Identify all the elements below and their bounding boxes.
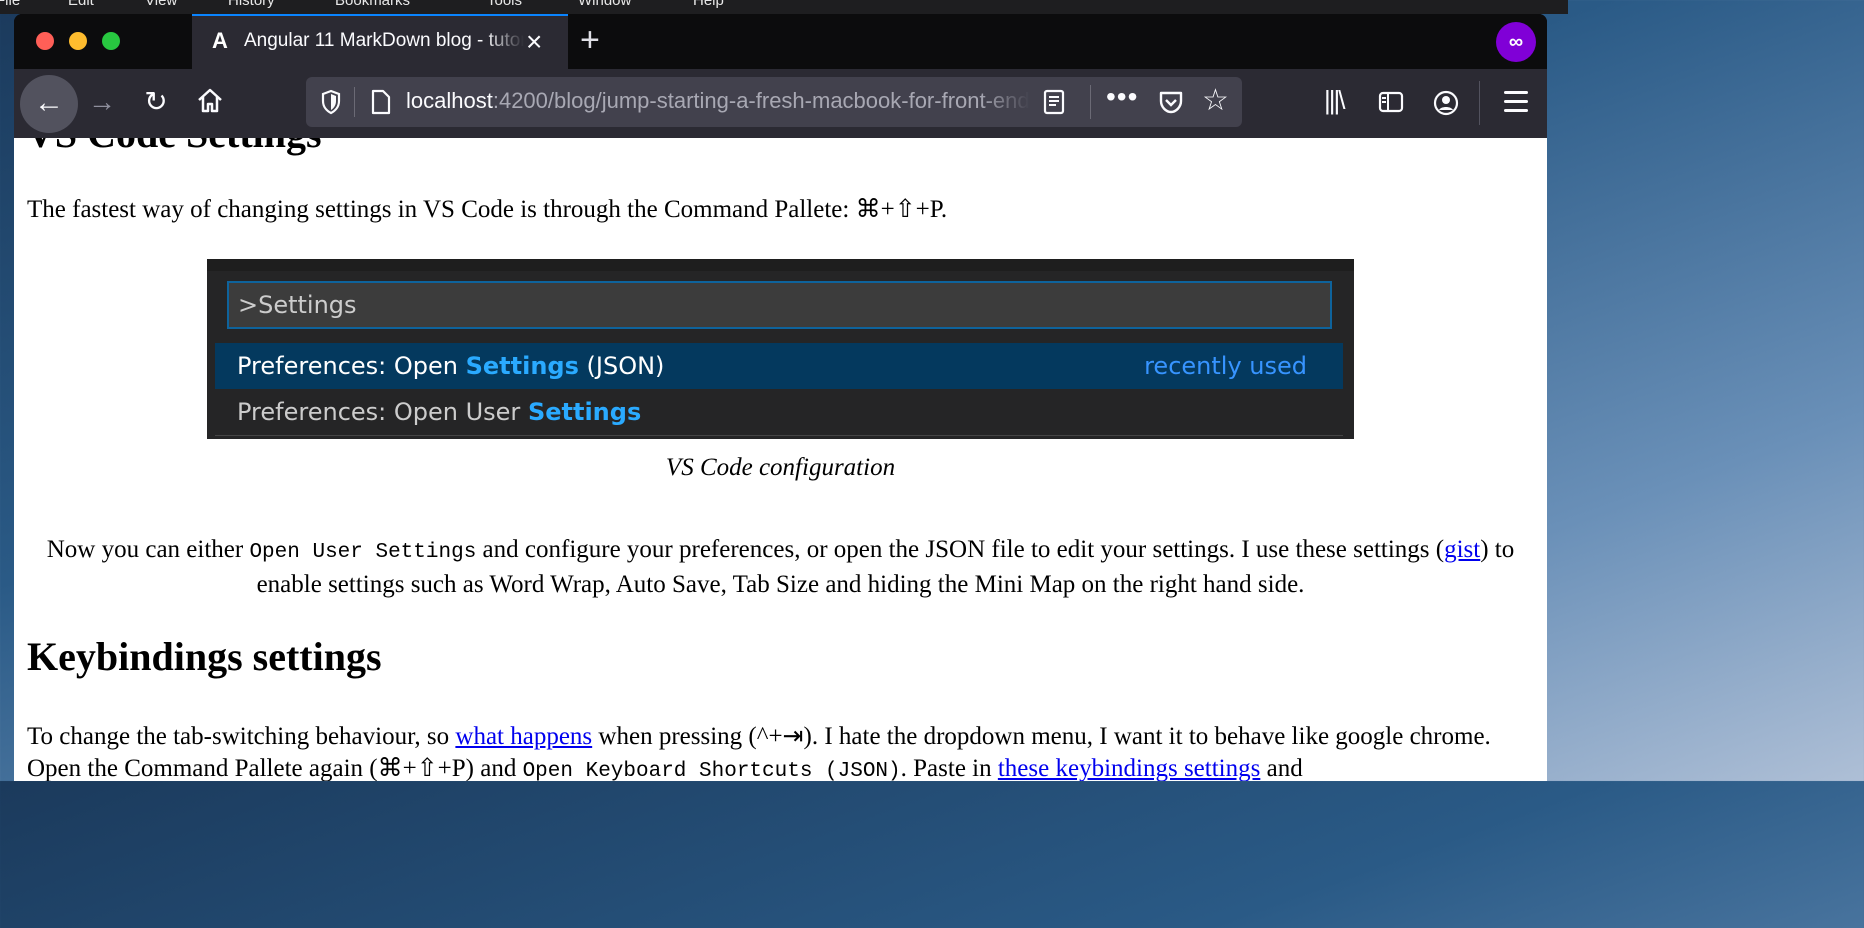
url-divider (1090, 85, 1091, 119)
text: and (1260, 755, 1303, 781)
pocket-icon[interactable] (1158, 89, 1184, 115)
forward-button[interactable]: → (84, 85, 120, 119)
url-divider (354, 87, 355, 117)
browser-window: A Angular 11 MarkDown blog - tutorial × … (14, 14, 1547, 781)
paragraph-settings: Now you can either Open User Settings an… (34, 534, 1527, 601)
recently-used-badge: recently used (1144, 352, 1307, 380)
window-close-button[interactable] (36, 32, 54, 50)
macos-menubar: File Edit View History Bookmarks Tools W… (0, 0, 1568, 14)
gist-link[interactable]: gist (1444, 536, 1480, 563)
nav-toolbar: ← → ↻ localhost:4200/blog/jump-starting-… (14, 69, 1547, 139)
menu-history[interactable]: History (228, 0, 275, 9)
text: To change the tab-switching behaviour, s… (27, 723, 456, 750)
menu-file[interactable]: File (0, 0, 20, 9)
url-host: localhost (406, 88, 493, 113)
inline-code: Open User Settings (249, 541, 477, 564)
option-highlight: Settings (527, 398, 642, 426)
screenshot-divider (215, 435, 1343, 436)
what-happens-link[interactable]: what happens (455, 723, 592, 750)
home-icon (198, 88, 222, 113)
menu-help[interactable]: Help (693, 0, 724, 9)
inline-code: Open Keyboard Shortcuts (JSON) (522, 760, 901, 781)
back-button[interactable]: ← (20, 75, 78, 133)
section-heading-partial: VS Code Settings (26, 138, 322, 157)
screenshot-option-settings-json: Preferences: Open Settings (JSON) recentl… (215, 343, 1343, 389)
library-icon[interactable]: |||\ (1324, 85, 1345, 116)
url-input[interactable]: localhost:4200/blog/jump-starting-a-fres… (406, 88, 1030, 114)
page-actions-more-icon[interactable]: ••• (1106, 81, 1138, 113)
reload-button[interactable]: ↻ (138, 85, 174, 119)
hamburger-menu-icon[interactable] (1504, 91, 1528, 118)
window-minimize-button[interactable] (69, 32, 87, 50)
tab-strip: A Angular 11 MarkDown blog - tutorial × … (14, 14, 1547, 69)
vscode-command-palette-screenshot: >Settings Preferences: Open Settings (JS… (207, 259, 1354, 439)
menu-view[interactable]: View (145, 0, 177, 9)
option-highlight: Settings (465, 352, 579, 380)
reader-view-icon[interactable] (1042, 89, 1066, 115)
bookmark-star-icon[interactable]: ☆ (1202, 83, 1229, 119)
url-path: :4200/blog/jump-starting-a-fresh-macbook… (492, 88, 1030, 113)
option-prefix: Preferences: Open User (237, 398, 528, 426)
home-button[interactable] (192, 85, 228, 123)
paragraph-keybindings: To change the tab-switching behaviour, s… (27, 721, 1537, 781)
screenshot-option-user-settings: Preferences: Open User Settings (215, 389, 1343, 435)
option-prefix: Preferences: Open (237, 352, 466, 380)
private-browsing-icon[interactable]: ∞ (1496, 22, 1536, 62)
page-info-icon[interactable] (370, 89, 392, 115)
option-suffix: (JSON) (578, 352, 665, 380)
menu-window[interactable]: Window (578, 0, 631, 9)
angular-favicon-icon: A (212, 28, 228, 53)
screenshot-command-input: >Settings (227, 281, 1332, 329)
text: and configure your preferences, or open … (476, 536, 1445, 563)
tab-close-icon[interactable]: × (526, 24, 542, 60)
menu-tools[interactable]: Tools (487, 0, 522, 9)
page-content: VS Code Settings The fastest way of chan… (14, 138, 1547, 781)
url-bar[interactable]: localhost:4200/blog/jump-starting-a-fres… (306, 77, 1242, 127)
tab-active[interactable]: A Angular 11 MarkDown blog - tutorial × (192, 14, 568, 69)
new-tab-button[interactable]: + (580, 20, 600, 60)
menu-edit[interactable]: Edit (68, 0, 94, 9)
text: Now you can either (46, 536, 250, 563)
menu-bookmarks[interactable]: Bookmarks (335, 0, 410, 9)
screenshot-top-edge (207, 259, 1354, 271)
keybindings-settings-link[interactable]: these keybindings settings (998, 755, 1260, 781)
keybindings-heading: Keybindings settings (27, 634, 382, 679)
tracking-shield-icon[interactable] (320, 87, 342, 117)
figure-caption: VS Code configuration (665, 454, 896, 481)
paragraph-command-pallete: The fastest way of changing settings in … (27, 196, 948, 223)
sidebar-icon[interactable] (1378, 91, 1404, 113)
account-icon[interactable] (1432, 89, 1460, 117)
window-maximize-button[interactable] (102, 32, 120, 50)
tab-title: Angular 11 MarkDown blog - tutorial (244, 30, 524, 51)
text: . Paste in (900, 755, 998, 781)
toolbar-divider (1479, 81, 1480, 125)
